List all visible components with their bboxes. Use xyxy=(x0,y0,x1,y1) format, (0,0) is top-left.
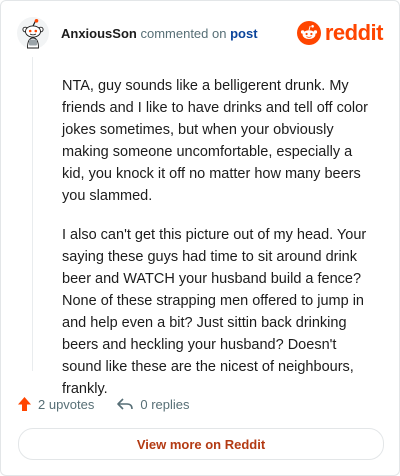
comment-body: NTA, guy sounds like a belligerent drunk… xyxy=(62,75,372,417)
reply-button[interactable]: 0 replies xyxy=(116,396,190,412)
comment-paragraph: NTA, guy sounds like a belligerent drunk… xyxy=(62,78,369,204)
comment-actions: 2 upvotes 0 replies xyxy=(17,393,212,415)
reddit-brand[interactable]: reddit xyxy=(296,20,384,45)
upvote-arrow-icon xyxy=(18,397,31,411)
comment-header: AnxiousSon commented on post reddit xyxy=(17,15,384,51)
avatar-icon[interactable] xyxy=(17,17,49,49)
embedded-comment-card: AnxiousSon commented on post reddit NTA,… xyxy=(0,0,400,476)
post-link[interactable]: post xyxy=(230,26,257,41)
upvote-button[interactable]: 2 upvotes xyxy=(17,396,94,412)
comment-paragraph: I also can't get this picture out of my … xyxy=(62,227,367,397)
reply-count: 0 replies xyxy=(140,396,190,412)
reddit-logo-icon xyxy=(296,21,321,45)
reddit-wordmark: reddit xyxy=(324,20,384,45)
username-link[interactable]: AnxiousSon xyxy=(61,26,137,41)
view-more-on-reddit-button[interactable]: View more on Reddit xyxy=(18,428,384,460)
thread-line xyxy=(32,57,33,371)
reply-arrow-icon xyxy=(117,398,134,410)
action-text: commented on xyxy=(140,25,227,41)
comment-meta: AnxiousSon commented on post xyxy=(61,26,258,41)
upvote-count: 2 upvotes xyxy=(38,396,95,412)
